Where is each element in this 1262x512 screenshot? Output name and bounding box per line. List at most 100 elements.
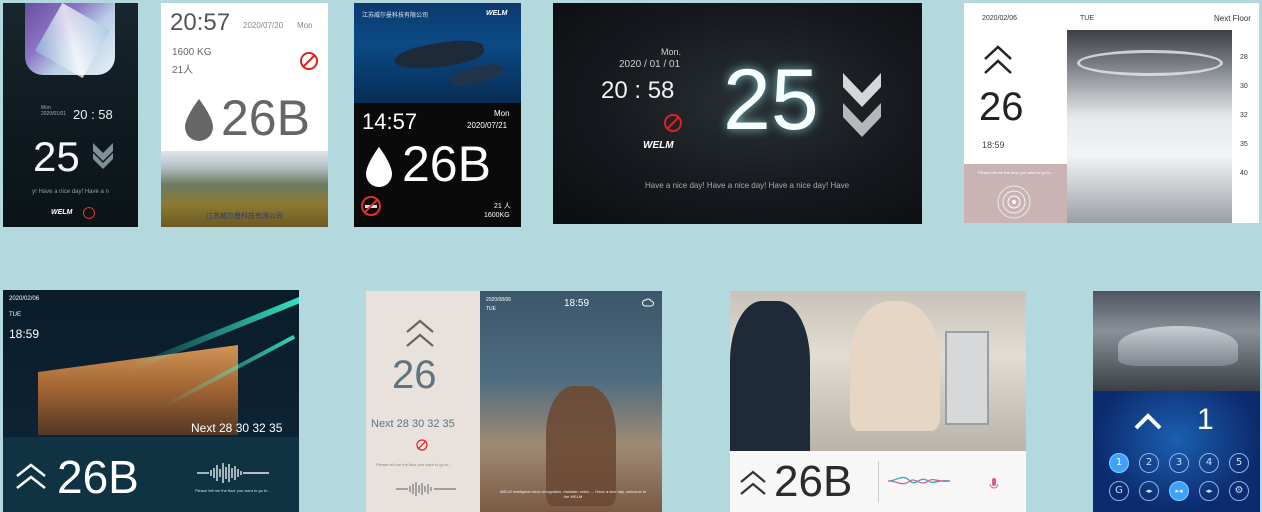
man-figure [730,301,810,451]
company-name: 江苏威尔曼科技有限公司 [362,13,429,19]
no-smoking-icon [361,196,381,216]
lift-screen-landscape-night: 2020/02/06 TUE 18:59 Next 28 30 32 35 26… [3,290,299,512]
time-label: 14:57 [362,109,418,134]
next-floor-list: 28 30 32 35 40 [1240,43,1248,188]
floor-number: 25 [723,52,819,148]
up-arrow-icon [984,45,1012,74]
day-label: Mon [494,109,510,118]
voice-wave-icon[interactable] [195,462,271,484]
next-floor-item: 32 [1240,112,1248,119]
time-label: 20 : 58 [73,107,113,122]
up-arrow-icon [740,470,766,495]
lift-screen-portrait-purple: Mon 2020/01/01 20 : 58 25 y! Have a nice… [3,3,138,227]
floor-key-g[interactable]: G [1109,481,1129,501]
floor-number: 26 [979,85,1024,129]
voice-ripple-icon[interactable] [994,180,1034,220]
lift-screen-landscape-white: 2020/02/06 TUE Next Floor 26 18:59 Pleas… [964,3,1259,223]
floor-number: 26 [392,353,437,397]
date-label: 2020/07/21 [467,121,508,130]
floor-key-5[interactable]: 5 [1229,453,1249,473]
lift-screen-portrait-white: 20:57 2020/07/20 Mon 1600 KG 21人 26B 江苏威… [161,3,328,227]
voice-wave-icon[interactable] [394,481,458,497]
up-arrow-icon [406,319,434,347]
next-floor-item: 30 [1240,83,1248,90]
next-floor-label: Next Floor [1214,14,1251,23]
floor-number: 26B [402,136,491,192]
day-label: Mon. [661,47,682,57]
time-label: 18:59 [564,298,590,309]
time-label: 20:57 [170,9,231,36]
floor-key-3[interactable]: 3 [1169,453,1189,473]
brand-logo: WELM [643,140,674,151]
no-smoking-icon [664,114,682,132]
down-arrow-icon [843,73,881,137]
next-floor-item: 40 [1240,170,1248,177]
chair-shape [546,386,616,506]
door-open-button[interactable]: ◂▸ [1139,481,1159,501]
date-label: 2020/08/06 [486,297,512,303]
brand-logo: WELM [51,209,73,216]
next-floors-line: Next 28 30 32 35 [191,421,283,435]
time-label: 18:59 [9,327,40,341]
ticker-text: Have a nice day! Have a nice day! Have a… [645,181,850,190]
car-shape [1118,326,1238,366]
notice-text: WELM Intelligent voice recognition, main… [499,489,647,499]
floor-number: 25 [33,133,80,180]
day-label: TUE [9,312,21,318]
floor-number: 1 [1197,403,1214,436]
door-hold-button[interactable]: ◂▸ [1199,481,1219,501]
photo-banner [25,3,115,75]
persons-label: 21 人 [494,203,511,210]
voice-wave-icon[interactable] [888,471,950,491]
divider [878,461,879,503]
microphone-icon[interactable] [988,477,1000,491]
lift-screen-landscape-office: 26B [730,291,1026,512]
up-arrow-icon [1134,413,1162,430]
date-label: 2020/02/06 [982,15,1018,22]
floor-number: 26B [221,90,310,146]
lift-screen-landscape-dark: Mon. 2020 / 01 / 01 20 : 58 WELM 25 Have… [553,3,922,224]
brand-logo: WELM [486,10,508,17]
lift-screen-portrait-ocean: 江苏威尔曼科技有限公司 WELM 14:57 Mon 2020/07/21 26… [354,3,521,227]
floor-key-2[interactable]: 2 [1139,453,1159,473]
voice-prompt: Please tell me the floor you want to go … [195,488,271,493]
persons-label: 21人 [172,65,194,76]
capacity-label: 1600KG [484,212,510,219]
voice-panel: Please tell me the floor you want to go … [964,164,1067,223]
settings-button[interactable]: ⚙ [1229,481,1249,501]
down-arrow-icon [93,143,113,169]
water-drop-icon [366,147,392,187]
no-smoking-icon [83,207,95,219]
capacity-label: 1600 KG [172,47,212,58]
water-drop-icon [185,99,213,141]
floor-key-1[interactable]: 1 [1109,453,1129,473]
time-label: 18:59 [982,140,1005,150]
day-label: Mon [297,21,313,30]
company-name: 江苏威尔曼科技有限公司 [206,213,283,220]
voice-prompt: Please tell me the floor you want to go … [978,170,1054,175]
door-close-button[interactable]: ▸◂ [1169,481,1189,501]
lift-screen-landscape-interior: 26 Next 28 30 32 35 Please tell me the f… [366,291,662,512]
next-floor-item: 28 [1240,54,1248,61]
day-label: TUE [1080,15,1094,22]
day-label: TUE [486,306,496,312]
floor-key-4[interactable]: 4 [1199,453,1219,473]
time-label: 20 : 58 [601,77,675,104]
office-corridor-photo [1067,30,1232,223]
up-arrow-icon [16,463,46,489]
floor-number: 26B [57,451,139,503]
date-label: 2020 / 01 / 01 [619,59,681,70]
woman-figure [850,301,940,431]
voice-prompt: Please tell me the floor you want to go … [376,462,452,467]
date-label: Mon 2020/01/01 [41,105,67,117]
lift-screen-portrait-keypad: 1 1 2 3 4 5 G ◂▸ ▸◂ ◂▸ ⚙ [1093,291,1260,512]
monitor-shape [945,331,989,425]
no-smoking-icon [416,439,428,451]
next-floor-item: 35 [1240,141,1248,148]
date-label: 2020/07/20 [243,21,284,30]
no-smoking-icon [300,52,318,70]
floor-number: 26B [774,457,853,506]
ticker-text: y! Have a nice day! Have a n [32,189,109,195]
next-floors-line: Next 28 30 32 35 [371,418,455,430]
date-label: 2020/02/06 [9,296,40,302]
